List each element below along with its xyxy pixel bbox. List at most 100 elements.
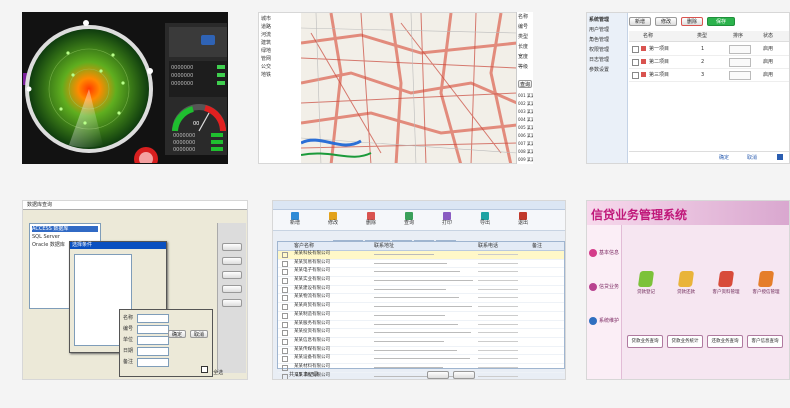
form-input[interactable] xyxy=(137,336,169,345)
row-input[interactable] xyxy=(729,45,751,54)
feature-icon[interactable]: 贷款还款 xyxy=(667,271,705,311)
table-row[interactable]: 某某传媒有限公司 xyxy=(278,347,564,356)
result-row[interactable]: 008 某某大道 xyxy=(518,148,533,155)
result-row[interactable]: 005 某某路 xyxy=(518,124,533,131)
nav-tree-item[interactable]: 日志管理 xyxy=(589,57,625,63)
ok-button[interactable]: 确定 xyxy=(168,330,186,338)
side-button[interactable] xyxy=(222,285,242,293)
feature-icon[interactable]: 贷款登记 xyxy=(627,271,665,311)
nav-tree-item[interactable]: 系统管理 xyxy=(589,17,625,23)
row-checkbox[interactable] xyxy=(282,347,288,354)
side-button[interactable] xyxy=(222,299,242,307)
form-input[interactable] xyxy=(137,358,169,367)
result-row[interactable]: 002 某某街 xyxy=(518,100,533,107)
table-row[interactable]: 某某服务有限公司 xyxy=(278,321,564,330)
layer-tree-item[interactable]: 管网 xyxy=(261,56,299,62)
tab-save[interactable]: 保存 xyxy=(707,17,735,26)
thumbnail-gis-map[interactable]: 城市 道路 河流 建筑 绿地 管网 公交 地铁 xyxy=(258,12,532,164)
cancel-button[interactable]: 取消 xyxy=(190,330,208,338)
result-row[interactable]: 006 某某街 xyxy=(518,132,533,139)
layer-tree-item[interactable]: 地铁 xyxy=(261,72,299,78)
result-row[interactable]: 007 某某路 xyxy=(518,140,533,147)
row-checkbox[interactable] xyxy=(282,338,288,345)
result-row[interactable]: 009 某某路 xyxy=(518,156,533,163)
thumbnail-customer-management[interactable]: 文件(F)编辑(E)查看(V) 新增 修改 删除 查询 打印 导出 退出 客户信息联系人合同… xyxy=(272,200,566,380)
row-checkbox[interactable] xyxy=(282,286,288,293)
query-button[interactable]: 查询 xyxy=(518,80,532,88)
table-row[interactable]: 某某设备有限公司 xyxy=(278,355,564,364)
row-input[interactable] xyxy=(729,58,751,67)
toolbar-button[interactable]: 导出 xyxy=(469,211,501,229)
toolbar-button[interactable]: 修改 xyxy=(317,211,349,229)
table-row[interactable]: 某某电子有限公司 xyxy=(278,268,564,278)
layer-tree-item[interactable]: 公交 xyxy=(261,64,299,70)
table-row[interactable]: 某某商贸有限公司 xyxy=(278,303,564,312)
pager-button[interactable] xyxy=(427,371,449,379)
side-nav-item[interactable]: 基本信息 xyxy=(589,247,619,261)
side-nav-item[interactable]: 系统维护 xyxy=(589,315,619,329)
layer-tree-item[interactable]: 绿地 xyxy=(261,48,299,54)
row-checkbox[interactable] xyxy=(632,59,639,66)
row-checkbox[interactable] xyxy=(632,72,639,79)
row-checkbox[interactable] xyxy=(282,278,288,285)
row-checkbox[interactable] xyxy=(282,252,288,258)
row-checkbox[interactable] xyxy=(282,269,288,276)
layer-tree-item[interactable]: 道路 xyxy=(261,24,299,30)
row-checkbox[interactable] xyxy=(282,304,288,311)
toolbar-button[interactable]: 打印 xyxy=(431,211,463,229)
form-input[interactable] xyxy=(137,325,169,334)
nav-tree-item[interactable]: 权限管理 xyxy=(589,47,625,53)
table-row[interactable]: 某某物流有限公司 xyxy=(278,294,564,304)
table-row[interactable]: 某某实业有限公司 xyxy=(278,277,564,286)
pager-button[interactable] xyxy=(453,371,475,379)
feature-icon[interactable]: 客户授信管理 xyxy=(747,271,785,311)
thumbnail-admin-table[interactable]: 系统管理 用户管理 角色管理 权限管理 日志管理 参数设置 新增 修改 删除 保存 名称 … xyxy=(586,12,790,164)
feature-button[interactable]: 还款业务查询 xyxy=(707,335,743,348)
table-row[interactable]: 某某投资有限公司 xyxy=(278,329,564,338)
side-nav-item[interactable]: 信贷业务 xyxy=(589,281,619,295)
row-input[interactable] xyxy=(729,71,751,80)
result-row[interactable]: 001 某某路 xyxy=(518,92,533,99)
side-button[interactable] xyxy=(222,271,242,279)
table-row[interactable]: 某某科技有限公司 xyxy=(278,251,564,260)
feature-button[interactable]: 贷款业务统计 xyxy=(667,335,703,348)
toolbar-button[interactable]: 退出 xyxy=(507,211,539,229)
form-input[interactable] xyxy=(137,347,169,356)
layer-tree-item[interactable]: 河流 xyxy=(261,32,299,38)
confirm-link[interactable]: 确定 xyxy=(719,155,729,161)
nav-tree-item[interactable]: 用户管理 xyxy=(589,27,625,33)
form-input[interactable] xyxy=(137,314,169,323)
nav-tree-item[interactable]: 参数设置 xyxy=(589,67,625,73)
cancel-link[interactable]: 取消 xyxy=(747,155,757,161)
layer-tree-item[interactable]: 城市 xyxy=(261,16,299,22)
table-row[interactable]: 某某制造有限公司 xyxy=(278,312,564,321)
source-list-item[interactable]: SQL Server xyxy=(32,234,98,240)
feature-button[interactable]: 客户信息查询 xyxy=(747,335,783,348)
row-checkbox[interactable] xyxy=(282,260,288,267)
tab-add[interactable]: 新增 xyxy=(629,17,651,26)
table-row[interactable]: 某某信息有限公司 xyxy=(278,338,564,347)
side-button[interactable] xyxy=(222,257,242,265)
thumbnail-credit-system[interactable]: 信贷业务管理系统 基本信息 信贷业务 系统维护 贷款登记 贷款还款 客户资料管理 客户授信… xyxy=(586,200,790,380)
toolbar-button[interactable]: 新增 xyxy=(279,211,311,229)
feature-button[interactable]: 贷款业务查询 xyxy=(627,335,663,348)
toolbar-button[interactable]: 删除 xyxy=(355,211,387,229)
toolbar-button[interactable]: 查询 xyxy=(393,211,425,229)
table-row[interactable]: 第二项目 2 启用 xyxy=(629,56,789,69)
tab-delete[interactable]: 删除 xyxy=(681,17,703,26)
nav-tree-item[interactable]: 角色管理 xyxy=(589,37,625,43)
thumbnail-radar-dashboard[interactable]: 0000000 0000000 0000000 00 0000000 00000… xyxy=(22,12,228,164)
thumbnail-database-query[interactable]: 数据库查询 ACCESS 数据库 SQL Server Oracle 数据库 选择条… xyxy=(22,200,248,380)
table-row[interactable]: 第三项目 3 启用 xyxy=(629,69,789,82)
tab-edit[interactable]: 修改 xyxy=(655,17,677,26)
row-checkbox[interactable] xyxy=(632,46,639,53)
result-row[interactable]: 003 某某路 xyxy=(518,108,533,115)
row-checkbox[interactable] xyxy=(282,356,288,363)
map-canvas[interactable] xyxy=(301,13,517,164)
row-checkbox[interactable] xyxy=(282,321,288,328)
row-checkbox[interactable] xyxy=(282,295,288,302)
table-row[interactable]: 第一项目 1 启用 xyxy=(629,43,789,56)
side-button[interactable] xyxy=(222,243,242,251)
feature-icon[interactable]: 客户资料管理 xyxy=(707,271,745,311)
source-list-item[interactable]: ACCESS 数据库 xyxy=(32,226,98,232)
